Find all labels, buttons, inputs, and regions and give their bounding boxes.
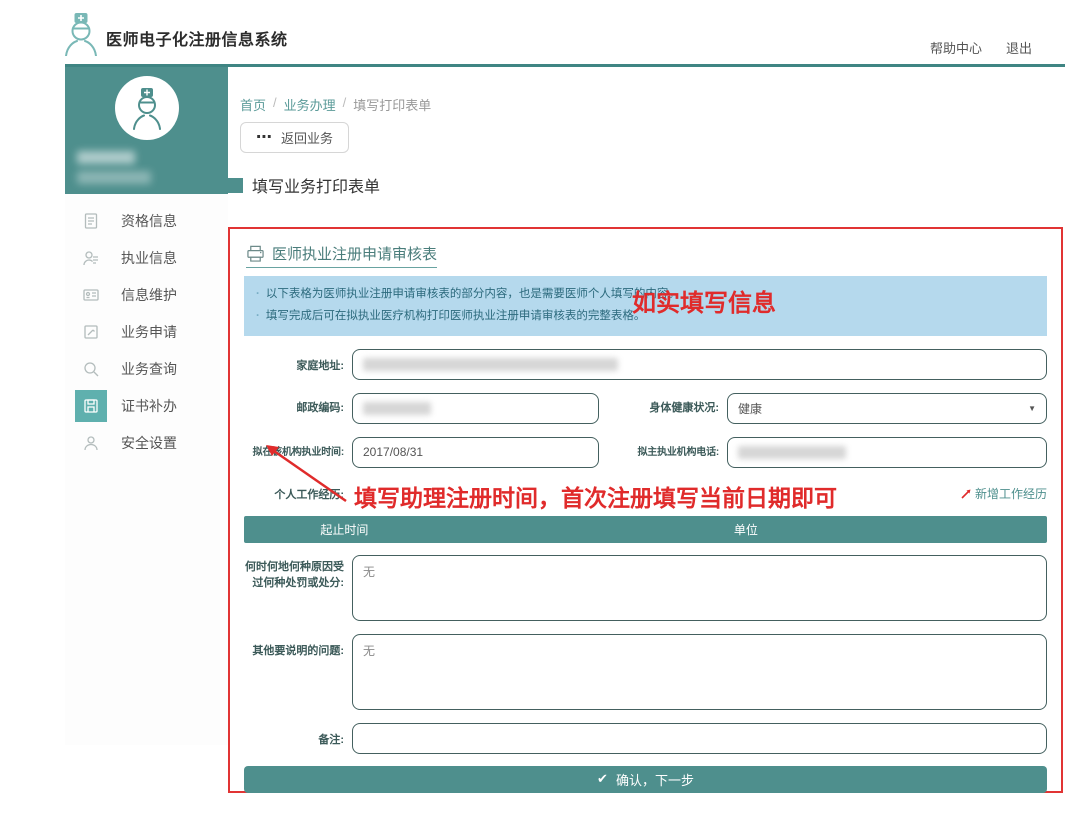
sidebar-item-security-settings[interactable]: 安全设置 xyxy=(65,424,228,461)
page-title: 填写业务打印表单 xyxy=(228,173,380,197)
form-row-postal-health: 邮政编码: 身体健康状况: 健康 ▼ xyxy=(244,393,1047,424)
sidebar-item-label: 证书补办 xyxy=(121,396,177,416)
sidebar-item-label: 安全设置 xyxy=(121,433,177,453)
breadcrumb: 首页 / 业务办理 / 填写打印表单 xyxy=(240,95,431,114)
start-time-input[interactable] xyxy=(352,437,599,468)
form-row-other: 其他要说明的问题: 无 xyxy=(244,634,1047,710)
home-address-label: 家庭地址: xyxy=(244,349,344,375)
page-title-text: 填写业务打印表单 xyxy=(252,173,380,197)
square-bullet-icon xyxy=(228,178,243,193)
other-label: 其他要说明的问题: xyxy=(244,634,344,660)
query-icon xyxy=(75,353,107,385)
punishment-textarea[interactable]: 无 xyxy=(352,555,1047,621)
annotation-registration-time: 填写助理注册时间，首次注册填写当前日期即可 xyxy=(354,479,837,513)
redacted-user-id xyxy=(77,171,151,184)
app-title: 医师电子化注册信息系统 xyxy=(106,26,288,50)
start-time-label: 拟在该机构执业时间: xyxy=(244,445,344,460)
sidebar: 资格信息 执业信息 信息维护 业务申请 xyxy=(65,67,228,745)
annotation-fill-truthfully: 如实填写信息 xyxy=(632,283,776,318)
confirm-next-button[interactable]: ✔ 确认，下一步 xyxy=(244,766,1047,793)
apply-icon xyxy=(75,316,107,348)
form-row-work-history: 个人工作经历: 填写助理注册时间，首次注册填写当前日期即可 新增工作经历 xyxy=(244,477,1047,509)
back-to-business-button[interactable]: ⋯ 返回业务 xyxy=(240,122,349,153)
org-phone-label: 拟主执业机构电话: xyxy=(607,445,719,460)
form-title-text: 医师执业注册申请审核表 xyxy=(272,243,437,264)
sidebar-user-card xyxy=(65,67,228,194)
doctor-logo-icon xyxy=(62,12,100,56)
avatar xyxy=(115,76,179,140)
punishment-label: 何时何地何种原因受过何种处罚或处分: xyxy=(244,555,344,592)
redacted-value xyxy=(738,446,846,459)
form-row-punishment: 何时何地何种原因受过何种处罚或处分: 无 xyxy=(244,555,1047,621)
home-address-input[interactable] xyxy=(352,349,1047,380)
help-center-link[interactable]: 帮助中心 xyxy=(930,38,982,57)
health-status-select[interactable]: 健康 ▼ xyxy=(727,393,1047,424)
sidebar-item-label: 业务申请 xyxy=(121,322,177,342)
app-window: 医师电子化注册信息系统 帮助中心 退出 xyxy=(0,0,1080,827)
org-phone-input[interactable] xyxy=(727,437,1047,468)
form-title: 医师执业注册申请审核表 xyxy=(246,243,437,268)
sidebar-menu: 资格信息 执业信息 信息维护 业务申请 xyxy=(65,194,228,461)
remark-input[interactable] xyxy=(352,723,1047,754)
bullet-icon: · xyxy=(256,288,260,300)
top-header: 医师电子化注册信息系统 帮助中心 退出 xyxy=(0,0,1080,66)
sidebar-item-business-query[interactable]: 业务查询 xyxy=(65,350,228,387)
notice-box: · 以下表格为医师执业注册申请审核表的部分内容，也是需要医师个人填写的内容。 · 填… xyxy=(244,276,1047,336)
header-links: 帮助中心 退出 xyxy=(930,38,1032,57)
add-work-experience-link[interactable]: 新增工作经历 xyxy=(960,485,1047,502)
sidebar-item-label: 资格信息 xyxy=(121,211,177,231)
bullet-icon: · xyxy=(256,310,260,322)
user-icon xyxy=(75,427,107,459)
check-icon: ✔ xyxy=(597,771,608,787)
add-work-link-label: 新增工作经历 xyxy=(975,485,1047,502)
health-status-label: 身体健康状况: xyxy=(607,400,719,417)
notice-text: 填写完成后可在拟执业医疗机构打印医师执业注册申请审核表的完整表格。 xyxy=(266,310,646,322)
work-table-col-unit: 单位 xyxy=(445,516,1047,543)
breadcrumb-home[interactable]: 首页 xyxy=(240,95,266,114)
confirm-next-label: 确认，下一步 xyxy=(616,770,694,789)
practice-icon xyxy=(75,242,107,274)
form-row-time-phone: 拟在该机构执业时间: 拟主执业机构电话: xyxy=(244,437,1047,468)
chevron-down-icon: ▼ xyxy=(1028,404,1036,413)
notice-text: 以下表格为医师执业注册申请审核表的部分内容，也是需要医师个人填写的内容。 xyxy=(266,288,680,300)
form-row-home-address: 家庭地址: xyxy=(244,349,1047,380)
document-icon xyxy=(75,205,107,237)
certificate-icon xyxy=(75,390,107,422)
red-arrow-icon xyxy=(960,487,973,500)
logout-link[interactable]: 退出 xyxy=(1006,38,1032,57)
work-table-col-time: 起止时间 xyxy=(244,516,445,543)
redacted-user-name xyxy=(77,151,135,164)
postal-code-label: 邮政编码: xyxy=(244,400,344,417)
breadcrumb-business[interactable]: 业务办理 xyxy=(284,95,336,114)
work-table-header: 起止时间 单位 xyxy=(244,516,1047,543)
breadcrumb-separator: / xyxy=(343,95,347,114)
work-history-label: 个人工作经历: xyxy=(244,477,344,504)
ellipsis-icon: ⋯ xyxy=(256,133,272,143)
form-row-remark: 备注: xyxy=(244,723,1047,754)
breadcrumb-current: 填写打印表单 xyxy=(353,95,431,114)
id-card-icon xyxy=(75,279,107,311)
sidebar-item-label: 信息维护 xyxy=(121,285,177,305)
sidebar-item-info-maintenance[interactable]: 信息维护 xyxy=(65,276,228,313)
redacted-value xyxy=(363,402,431,415)
sidebar-item-qualification-info[interactable]: 资格信息 xyxy=(65,202,228,239)
health-status-value: 健康 xyxy=(738,400,762,417)
avatar-doctor-icon xyxy=(127,86,167,130)
postal-code-input[interactable] xyxy=(352,393,599,424)
printer-icon xyxy=(246,245,265,262)
other-textarea[interactable]: 无 xyxy=(352,634,1047,710)
sidebar-item-label: 业务查询 xyxy=(121,359,177,379)
sidebar-item-practice-info[interactable]: 执业信息 xyxy=(65,239,228,276)
form-panel: 医师执业注册申请审核表 · 以下表格为医师执业注册申请审核表的部分内容，也是需要医… xyxy=(228,227,1063,793)
sidebar-item-label: 执业信息 xyxy=(121,248,177,268)
sidebar-item-certificate-reissue[interactable]: 证书补办 xyxy=(65,387,228,424)
redacted-value xyxy=(363,358,618,371)
breadcrumb-separator: / xyxy=(273,95,277,114)
sidebar-item-business-apply[interactable]: 业务申请 xyxy=(65,313,228,350)
work-history-area: 填写助理注册时间，首次注册填写当前日期即可 新增工作经历 xyxy=(352,477,1047,509)
back-button-label: 返回业务 xyxy=(281,128,333,147)
remark-label: 备注: xyxy=(244,723,344,749)
